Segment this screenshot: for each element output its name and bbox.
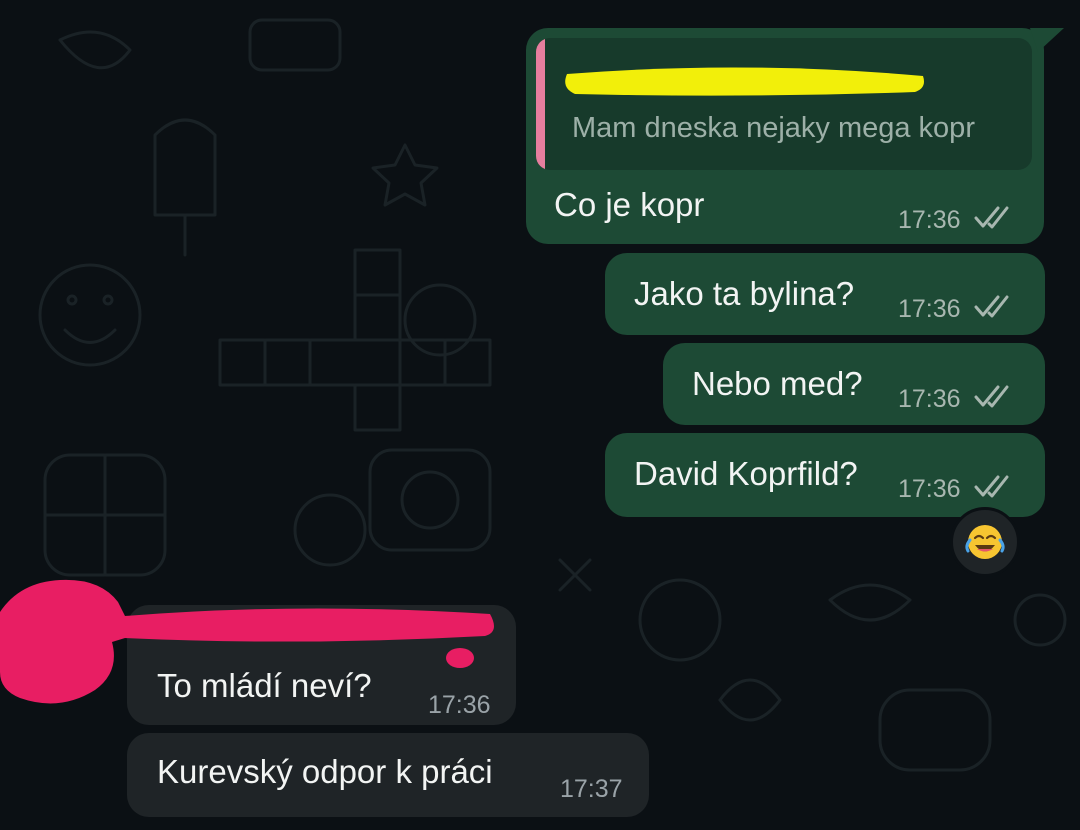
bubble-tail [1030,28,1064,52]
double-check-icon [974,475,1009,498]
message-time: 17:37 [560,775,623,803]
message-time: 17:36 [898,206,961,234]
message-time: 17:36 [898,385,961,413]
redaction-scribble [0,579,494,704]
outgoing-message-bubble[interactable]: Nebo med? 17:36 [663,343,1045,425]
incoming-message-bubble[interactable]: Kurevský odpor k práci 17:37 [127,733,649,817]
laughing-emoji-icon [965,525,1005,559]
message-text: Co je kopr [554,186,705,223]
quoted-message-text: Mam dneska nejaky mega kopr [572,112,975,144]
double-check-icon [974,385,1009,408]
message-reaction[interactable] [950,507,1020,577]
redaction-scribble [565,67,924,96]
double-check-icon [974,295,1009,318]
message-text: Jako ta bylina? [634,275,855,312]
message-text: Nebo med? [692,365,863,402]
quote-accent-bar [536,38,545,170]
message-text: David Koprfild? [634,455,858,492]
double-check-icon [974,206,1009,229]
message-text: Kurevský odpor k práci [157,753,493,790]
outgoing-message-bubble[interactable]: Jako ta bylina? 17:36 [605,253,1045,335]
message-time: 17:36 [898,295,961,323]
message-time: 17:36 [898,475,961,503]
outgoing-message-bubble[interactable]: David Koprfild? 17:36 [605,433,1045,517]
